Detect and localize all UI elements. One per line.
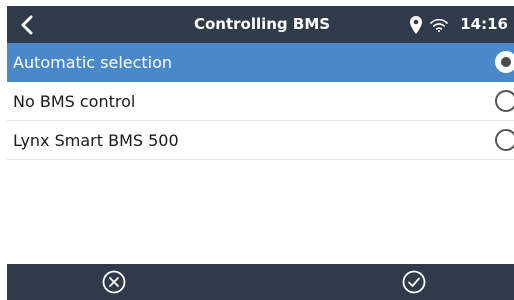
option-label: Automatic selection: [13, 53, 173, 72]
option-list: Automatic selection No BMS control Lynx …: [7, 43, 514, 160]
page-title: Controlling BMS: [193, 15, 331, 33]
check-circle-icon: [402, 270, 426, 294]
status-bar: Controlling BMS 14:16: [7, 6, 514, 43]
cancel-button[interactable]: [84, 264, 144, 300]
radio-selected-icon[interactable]: [495, 51, 514, 73]
option-label: No BMS control: [13, 92, 136, 111]
cancel-circle-icon: [102, 270, 126, 294]
radio-unselected-icon[interactable]: [495, 90, 514, 112]
chevron-left-icon: [21, 15, 33, 34]
radio-unselected-icon[interactable]: [495, 129, 514, 151]
status-icons: 14:16: [410, 6, 508, 43]
clock: 14:16: [460, 15, 508, 33]
back-button[interactable]: [7, 6, 47, 43]
location-pin-icon: [410, 15, 423, 34]
option-automatic-selection[interactable]: Automatic selection: [7, 43, 514, 82]
confirm-button[interactable]: [384, 264, 444, 300]
wifi-icon: [430, 18, 449, 32]
option-no-bms-control[interactable]: No BMS control: [7, 82, 514, 121]
option-label: Lynx Smart BMS 500: [13, 131, 179, 150]
app-frame: Controlling BMS 14:16 Automatic selectio…: [7, 6, 514, 300]
option-lynx-smart-bms-500[interactable]: Lynx Smart BMS 500: [7, 121, 514, 160]
bottom-bar: [7, 264, 514, 300]
